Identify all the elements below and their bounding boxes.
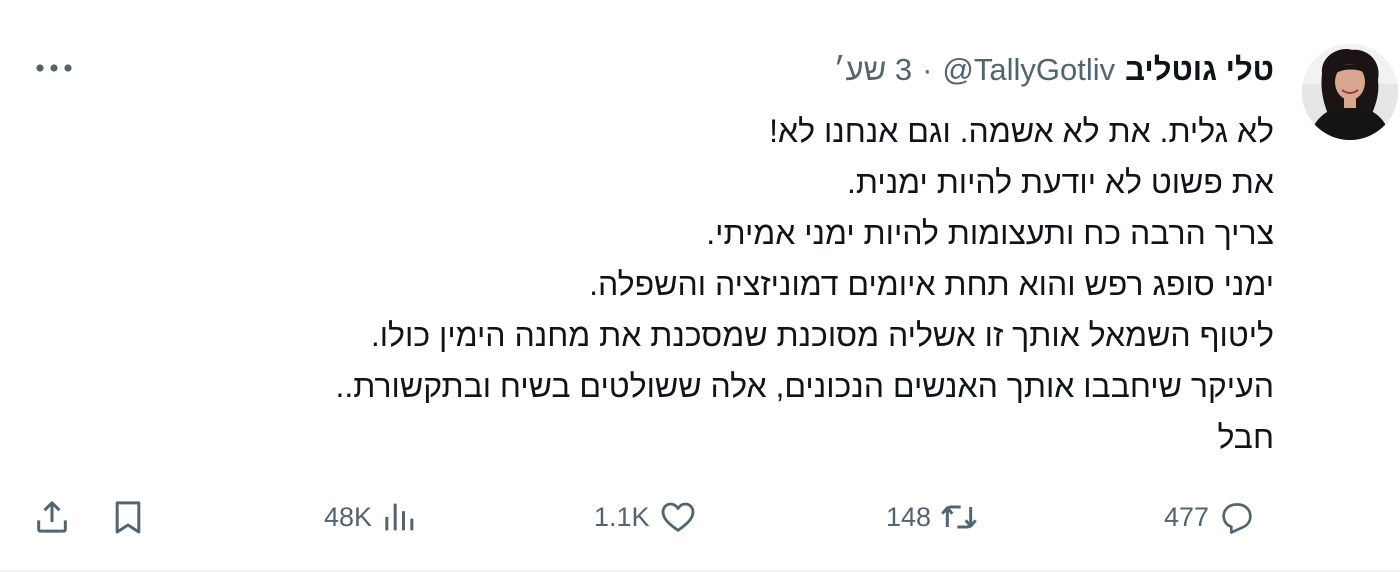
analytics-icon bbox=[385, 503, 414, 531]
separator-dot: · bbox=[922, 52, 933, 87]
author-handle[interactable]: @TallyGotliv bbox=[942, 52, 1115, 88]
tweet-text-line: את פשוט לא יודעת להיות ימנית. bbox=[847, 164, 1274, 200]
reply-button[interactable]: 477 bbox=[1164, 492, 1257, 542]
views-count: 48K bbox=[324, 501, 373, 532]
share-button[interactable] bbox=[32, 492, 72, 542]
tweet-text-line: לא גלית. את לא אשמה. וגם אנחנו לא! bbox=[769, 113, 1274, 149]
bookmark-button[interactable] bbox=[108, 492, 148, 542]
tweet-actions: 477 148 1.1K 48K bbox=[0, 492, 1400, 542]
retweet-icon bbox=[941, 505, 977, 529]
like-count: 1.1K bbox=[594, 501, 650, 532]
bookmark-icon bbox=[115, 501, 141, 534]
author-display-name[interactable]: טלי גוטליב bbox=[1125, 52, 1274, 88]
like-button[interactable]: 1.1K bbox=[594, 492, 698, 542]
retweet-button[interactable]: 148 bbox=[886, 492, 979, 542]
tweet-divider bbox=[0, 570, 1400, 572]
share-icon bbox=[37, 501, 67, 533]
tweet-text-line: חבל bbox=[1217, 419, 1274, 455]
heart-icon bbox=[661, 502, 694, 532]
reply-icon bbox=[1222, 503, 1252, 534]
retweet-count: 148 bbox=[886, 501, 932, 532]
more-horizontal-icon bbox=[36, 64, 72, 72]
tweet-text-line: צריך הרבה כח ותעצומות להיות ימני אמיתי. bbox=[706, 215, 1274, 251]
avatar[interactable] bbox=[1302, 44, 1398, 140]
tweet-text: לא גלית. את לא אשמה. וגם אנחנו לא! את פש… bbox=[94, 106, 1274, 463]
tweet[interactable]: טלי גוטליב @TallyGotliv · 3 שע׳ לא גלית.… bbox=[0, 0, 1400, 574]
tweet-text-line: ליטוף השמאל אותך זו אשליה מסוכנת שמסכנת … bbox=[370, 317, 1274, 353]
profile-photo bbox=[1302, 44, 1398, 140]
tweet-text-line: העיקר שיחבבו אותך האנשים הנכונים, אלה שש… bbox=[335, 368, 1274, 404]
reply-count: 477 bbox=[1164, 501, 1210, 532]
more-options-button[interactable] bbox=[30, 50, 78, 86]
views-button[interactable]: 48K bbox=[324, 492, 420, 542]
tweet-timestamp[interactable]: 3 שע׳ bbox=[834, 52, 912, 88]
tweet-header: טלי גוטליב @TallyGotliv · 3 שע׳ bbox=[834, 50, 1274, 90]
tweet-text-line: ימני סופג רפש והוא תחת איומים דמוניזציה … bbox=[589, 266, 1274, 302]
